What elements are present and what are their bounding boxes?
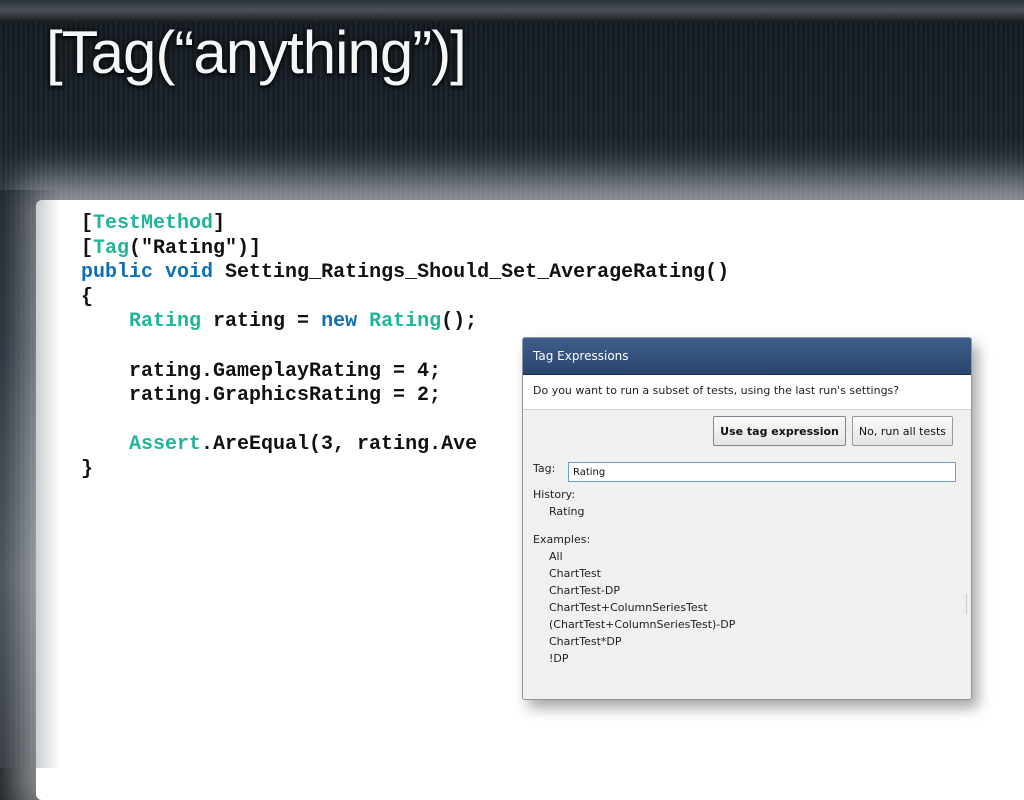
code-text: ] [213,212,226,235]
tag-label: Tag: [533,462,556,475]
code-text: ("Rating")] [129,236,262,260]
history-label: History: [533,488,576,501]
code-type-name: Assert [129,433,202,457]
code-line: { [81,286,729,311]
tag-input[interactable] [568,462,956,482]
code-type-name: Tag [93,236,130,260]
dialog-body: History: Rating Examples: All ChartTest Ch… [533,486,735,667]
code-line: [TestMethod] [81,212,729,237]
use-tag-expression-button[interactable]: Use tag expression [713,416,846,446]
code-text: rating = [201,310,322,334]
code-text: (); [441,310,478,334]
dialog-question: Do you want to run a subset of tests, us… [523,375,971,410]
code-text: .AreEqual(3, rating.Ave [201,433,478,457]
code-keyword: new [321,310,358,334]
code-text: [ [81,236,94,260]
code-text: Setting_Ratings_Should_Set_AverageRating… [213,261,730,285]
code-line: Rating rating = new Rating(); [81,310,729,335]
code-text: [ [81,212,94,235]
code-line: [Tag("Rating")] [81,237,729,262]
example-item: !DP [549,652,569,665]
code-type-name: TestMethod [93,212,214,235]
code-keyword: public [81,261,154,285]
code-text: rating.GameplayRating = 4; [81,359,442,383]
panel-edge-shade [0,190,60,768]
code-text: rating.GraphicsRating = 2; [81,384,442,408]
example-item: ChartTest+ColumnSeriesTest [549,601,708,614]
tag-expressions-dialog: Tag Expressions Do you want to run a sub… [522,337,972,700]
code-type-name: Rating [369,310,442,334]
code-type-name: Rating [129,310,202,334]
example-item: All [549,550,563,563]
run-all-tests-button[interactable]: No, run all tests [851,416,953,446]
example-item: ChartTest*DP [549,635,622,648]
history-list: Rating [533,503,735,520]
examples-label: Examples: [533,533,591,546]
example-item: (ChartTest+ColumnSeriesTest)-DP [549,618,736,631]
code-text: { [81,285,94,309]
examples-list: All ChartTest ChartTest-DP ChartTest+Column… [533,548,735,667]
code-text: } [81,457,94,481]
code-line: public void Setting_Ratings_Should_Set_A… [81,261,729,286]
code-keyword: void [165,261,214,285]
history-item: Rating [549,505,585,518]
dialog-button-row: Use tag expression No, run all tests [713,416,953,446]
dialog-title: Tag Expressions [523,338,971,375]
example-item: ChartTest-DP [549,584,620,597]
dialog-edge-detail [966,594,971,614]
example-item: ChartTest [549,567,601,580]
slide-title: [Tag(“anything”)] [46,19,467,86]
